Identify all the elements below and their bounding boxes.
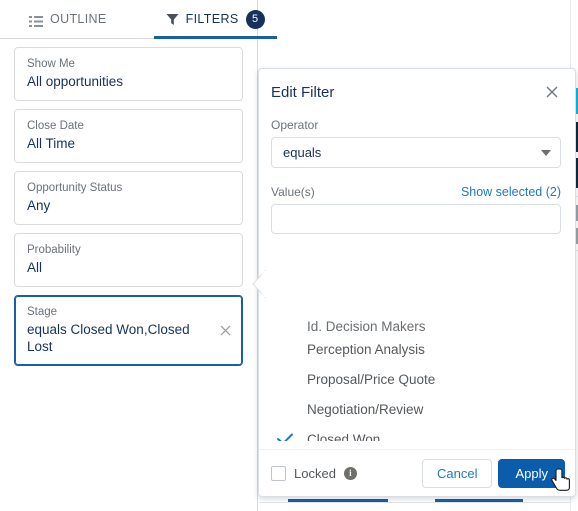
filter-card-stage[interactable]: Stage equals Closed Won,Closed Lost <box>14 295 243 366</box>
tab-filters[interactable]: FILTERS 5 <box>153 0 277 39</box>
popover-header: Edit Filter <box>259 69 575 101</box>
app-root: OUTLINE FILTERS 5 Show Me All opportunit… <box>0 0 578 511</box>
info-icon[interactable]: i <box>343 466 357 480</box>
tab-filters-label: FILTERS <box>185 12 239 26</box>
popover-nubbin <box>252 269 267 299</box>
tab-outline-label: OUTLINE <box>50 12 107 26</box>
panel-tabbar: OUTLINE FILTERS 5 <box>0 0 277 39</box>
filter-card-title: Stage <box>27 306 58 318</box>
filter-card-opportunity-status[interactable]: Opportunity Status Any <box>14 171 243 225</box>
list-icon <box>29 14 43 27</box>
filter-card-probability[interactable]: Probability All <box>14 233 243 287</box>
background-tab-underline-right <box>435 499 523 502</box>
option-label: Perception Analysis <box>307 341 425 357</box>
filters-count-badge: 5 <box>245 9 265 29</box>
filter-card-show-me[interactable]: Show Me All opportunities <box>14 47 243 101</box>
filter-card-value: All Time <box>27 136 76 151</box>
option-perception-analysis[interactable]: Perception Analysis <box>259 334 575 364</box>
values-field: Value(s) Show selected (2) <box>259 168 575 234</box>
show-selected-link[interactable]: Show selected (2) <box>461 185 561 199</box>
option-label: Negotiation/Review <box>307 401 424 417</box>
option-check-placeholder <box>277 342 295 356</box>
operator-label: Operator <box>271 118 319 132</box>
close-icon[interactable] <box>543 83 561 101</box>
filter-card-value: Any <box>27 198 51 213</box>
option-check-placeholder <box>277 372 295 386</box>
filter-card-title: Probability <box>27 244 81 256</box>
operator-field: Operator equals <box>259 118 575 168</box>
filters-panel: OUTLINE FILTERS 5 Show Me All opportunit… <box>0 0 277 511</box>
filter-card-value: All <box>27 260 43 275</box>
values-search-input[interactable] <box>271 204 561 234</box>
option-label: Closed Won <box>307 431 381 442</box>
filter-card-value: All opportunities <box>27 74 124 89</box>
option-proposal-price-quote[interactable]: Proposal/Price Quote <box>259 364 575 394</box>
filter-card-title: Show Me <box>27 58 75 70</box>
filter-card-list: Show Me All opportunities Close Date All… <box>0 39 257 366</box>
locked-checkbox[interactable] <box>271 465 286 481</box>
filter-card-title: Close Date <box>27 120 84 132</box>
option-label: Proposal/Price Quote <box>307 371 436 387</box>
option-check-placeholder <box>277 402 295 416</box>
option-check-placeholder <box>277 320 295 334</box>
option-negotiation-review[interactable]: Negotiation/Review <box>259 394 575 424</box>
locked-checkbox-group[interactable]: Locked i <box>271 465 357 481</box>
popover-title: Edit Filter <box>271 83 335 101</box>
apply-button[interactable]: Apply <box>498 458 565 488</box>
values-option-list[interactable]: Id. Decision Makers Perception Analysis … <box>259 312 575 441</box>
option-label: Id. Decision Makers <box>307 319 426 334</box>
checkmark-icon <box>277 432 295 441</box>
popover-footer: Locked i Cancel Apply <box>259 449 575 496</box>
background-hairline <box>259 502 578 503</box>
remove-filter-icon[interactable] <box>216 322 234 340</box>
filter-card-close-date[interactable]: Close Date All Time <box>14 109 243 163</box>
option-id-decision-makers[interactable]: Id. Decision Makers <box>259 312 575 334</box>
filter-icon <box>166 13 179 26</box>
operator-select[interactable]: equals <box>271 137 561 168</box>
option-closed-won[interactable]: Closed Won <box>259 424 575 441</box>
footer-buttons: Cancel Apply <box>422 458 565 488</box>
values-header: Value(s) Show selected (2) <box>271 168 561 204</box>
tab-outline[interactable]: OUTLINE <box>17 0 119 38</box>
cancel-button[interactable]: Cancel <box>422 458 493 488</box>
background-tab-underline-left <box>288 499 388 502</box>
operator-select-wrapper: equals <box>271 137 561 168</box>
filter-card-title: Opportunity Status <box>27 182 123 194</box>
edit-filter-popover: Edit Filter Operator equals Value(s) Sho… <box>258 68 576 497</box>
locked-label: Locked <box>294 465 336 481</box>
values-label: Value(s) <box>271 185 315 199</box>
filter-card-value: equals Closed Won,Closed Lost <box>27 322 190 354</box>
